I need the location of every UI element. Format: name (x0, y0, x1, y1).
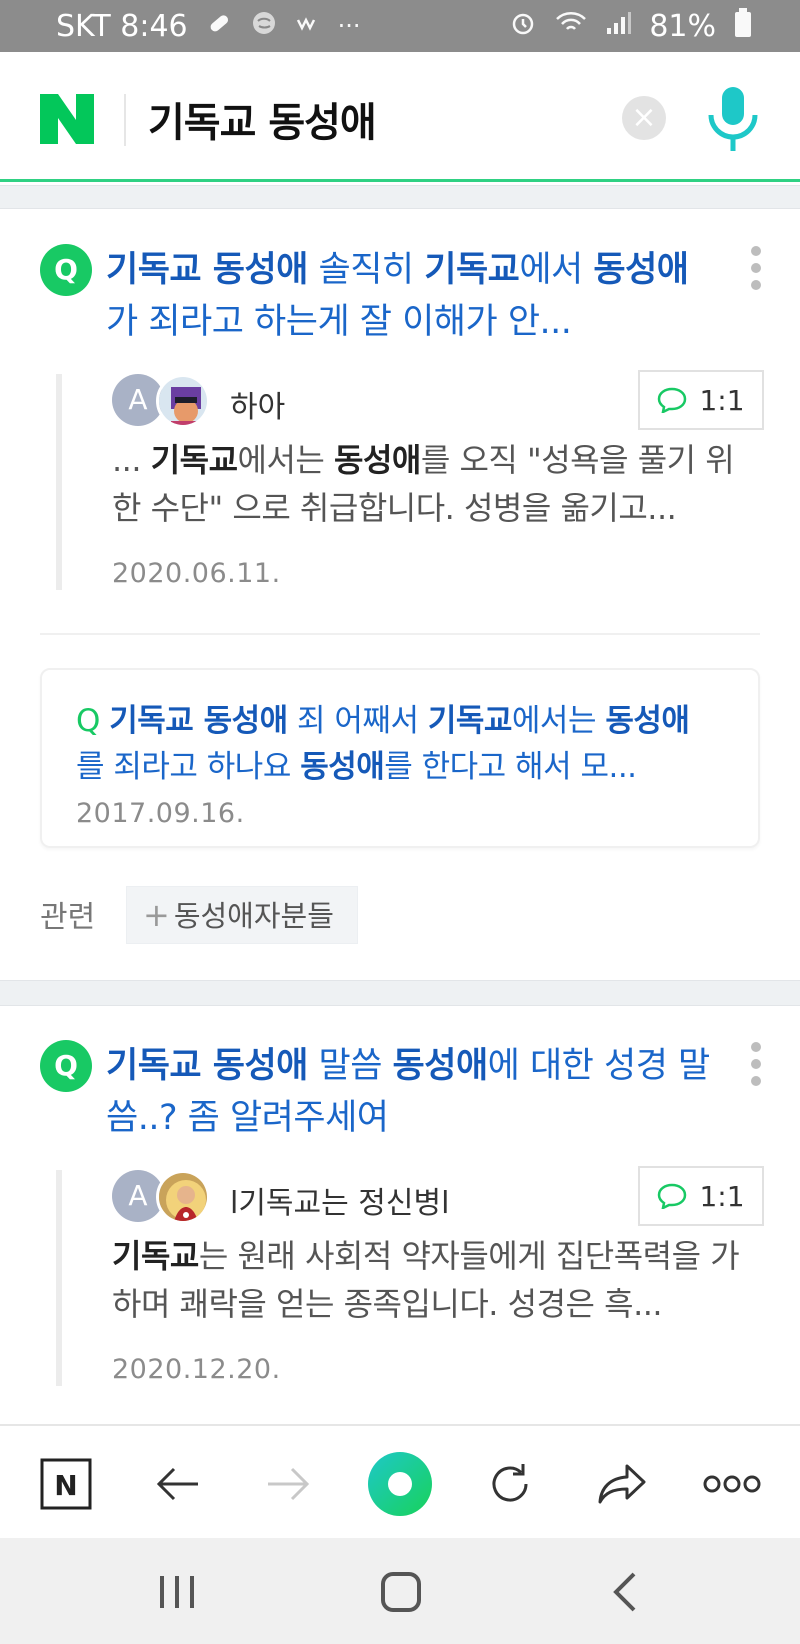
green-dot-icon[interactable] (360, 1444, 440, 1524)
search-input[interactable]: 기독교 동성애 (148, 90, 377, 148)
related-question-card[interactable]: Q 기독교 동성애 죄 어째서 기독교에서는 동성애를 죄라고 하나요 동성애를… (40, 668, 760, 848)
title-highlight: 동성애 (392, 1046, 489, 1086)
answer-snippet: 기독교는 원래 사회적 약자들에게 집단폭력을 가하며 쾌락을 얻는 종족입니다… (112, 1232, 762, 1328)
brain-icon (250, 9, 278, 43)
chat-label: 1:1 (699, 383, 745, 417)
wifi-icon (555, 10, 587, 42)
title-text: 에서 (519, 250, 594, 290)
answer-block[interactable]: A 하아 1:1 ... 기독교에서는 동성애를 오직 "성욕을 풀기 위한 수… (56, 370, 764, 590)
related-keyword-chip[interactable]: + 동성애자분들 (126, 886, 358, 944)
snippet-highlight: 기독교 (112, 1237, 199, 1275)
naver-home-icon[interactable]: N (36, 1454, 96, 1514)
more-dots-icon: ··· (337, 12, 361, 40)
share-icon[interactable] (592, 1454, 652, 1514)
profile-picture (156, 1170, 210, 1224)
carrier-time: SKT 8:46 (56, 8, 188, 44)
recent-apps-icon[interactable] (152, 1570, 202, 1614)
question-mark-icon: Q (76, 703, 110, 739)
title-highlight: 기독교 동성애 (106, 1046, 308, 1086)
section-gap (0, 185, 800, 209)
divider (40, 633, 760, 635)
result-title-link[interactable]: 기독교 동성애 말씀 동성애에 대한 성경 말씀..? 좀 알려주세여 (106, 1040, 716, 1144)
chat-bubble-icon (658, 1183, 687, 1209)
section-gap (0, 980, 800, 1006)
title-text: 가 죄라고 하는게 잘 이해가 안... (106, 302, 572, 342)
result-title-link[interactable]: 기독교 동성애 솔직히 기독교에서 동성애가 죄라고 하는게 잘 이해가 안..… (106, 244, 716, 348)
author-name[interactable]: l기독교는 정신병l (230, 1178, 449, 1222)
answer-date: 2020.12.20. (112, 1354, 281, 1385)
profile-picture (156, 374, 210, 428)
back-arrow-icon[interactable] (148, 1454, 208, 1514)
signal-icon (605, 10, 632, 42)
chat-button[interactable]: 1:1 (638, 1166, 764, 1226)
snippet-highlight: 동성애 (334, 441, 421, 479)
chat-label: 1:1 (699, 1179, 745, 1213)
plus-icon: + (143, 896, 170, 934)
battery-percent: 81% (649, 8, 716, 44)
clear-search-button[interactable]: × (622, 96, 666, 140)
related-title-highlight: 기독교 동성애 (109, 703, 288, 739)
alarm-icon (509, 9, 537, 43)
refresh-icon[interactable] (480, 1454, 540, 1514)
naver-logo[interactable] (40, 94, 94, 144)
search-header: 기독교 동성애 × (0, 52, 800, 182)
title-highlight: 기독교 (424, 250, 520, 290)
related-keyword-label: 동성애자분들 (173, 899, 334, 933)
chat-bubble-icon (658, 387, 687, 413)
related-title-highlight: 동성애 (605, 703, 690, 739)
snippet-text: ... (112, 441, 151, 479)
status-bar: SKT 8:46 ··· 81% (0, 0, 800, 52)
app-icon (296, 12, 320, 40)
related-label: 관련 (40, 900, 96, 935)
system-nav-bar (0, 1538, 800, 1644)
title-text: 솔직히 (307, 250, 425, 290)
pill-icon (206, 10, 232, 42)
answer-block[interactable]: A l기독교는 정신병l 1:1 기독교는 원래 사회적 약자들에게 집단폭력을… (56, 1166, 764, 1386)
related-title-text: 를 한다고 해서 모... (384, 749, 637, 785)
browser-toolbar: N (0, 1424, 800, 1538)
title-highlight: 기독교 동성애 (106, 250, 308, 290)
related-question-title[interactable]: Q 기독교 동성애 죄 어째서 기독교에서는 동성애를 죄라고 하나요 동성애를… (76, 698, 716, 790)
back-icon[interactable] (600, 1570, 650, 1614)
more-options-icon[interactable] (748, 246, 764, 290)
related-title-highlight: 동성애 (300, 749, 385, 785)
chat-button[interactable]: 1:1 (638, 370, 764, 430)
svg-text:N: N (54, 1469, 77, 1502)
related-title-text: 에서는 (511, 703, 606, 739)
microphone-icon[interactable] (705, 85, 761, 153)
related-title-text: 죄 어째서 (287, 703, 428, 739)
forward-arrow-icon[interactable] (258, 1454, 318, 1514)
related-title-highlight: 기독교 (427, 703, 513, 739)
author-name[interactable]: 하아 (230, 382, 285, 426)
title-highlight: 동성애 (593, 250, 689, 290)
more-icon[interactable] (702, 1454, 762, 1514)
snippet-text: 에서는 (237, 441, 335, 479)
snippet-text: 는 원래 사회적 약자들에게 집단폭력을 가하며 쾌락을 얻는 종족입니다. 성… (112, 1237, 740, 1323)
snippet-highlight: 기독교 (150, 441, 238, 479)
home-icon[interactable] (376, 1570, 426, 1614)
more-options-icon[interactable] (748, 1042, 764, 1086)
related-question-date: 2017.09.16. (76, 798, 245, 829)
answer-snippet: ... 기독교에서는 동성애를 오직 "성욕을 풀기 위한 수단" 으로 취급합… (112, 436, 762, 532)
question-badge-icon: Q (40, 244, 92, 296)
divider (124, 94, 126, 146)
battery-icon (734, 8, 752, 44)
related-title-text: 를 죄라고 하나요 (76, 749, 301, 785)
answer-date: 2020.06.11. (112, 558, 281, 589)
title-text: 말씀 (307, 1046, 393, 1086)
question-badge-icon: Q (40, 1040, 92, 1092)
